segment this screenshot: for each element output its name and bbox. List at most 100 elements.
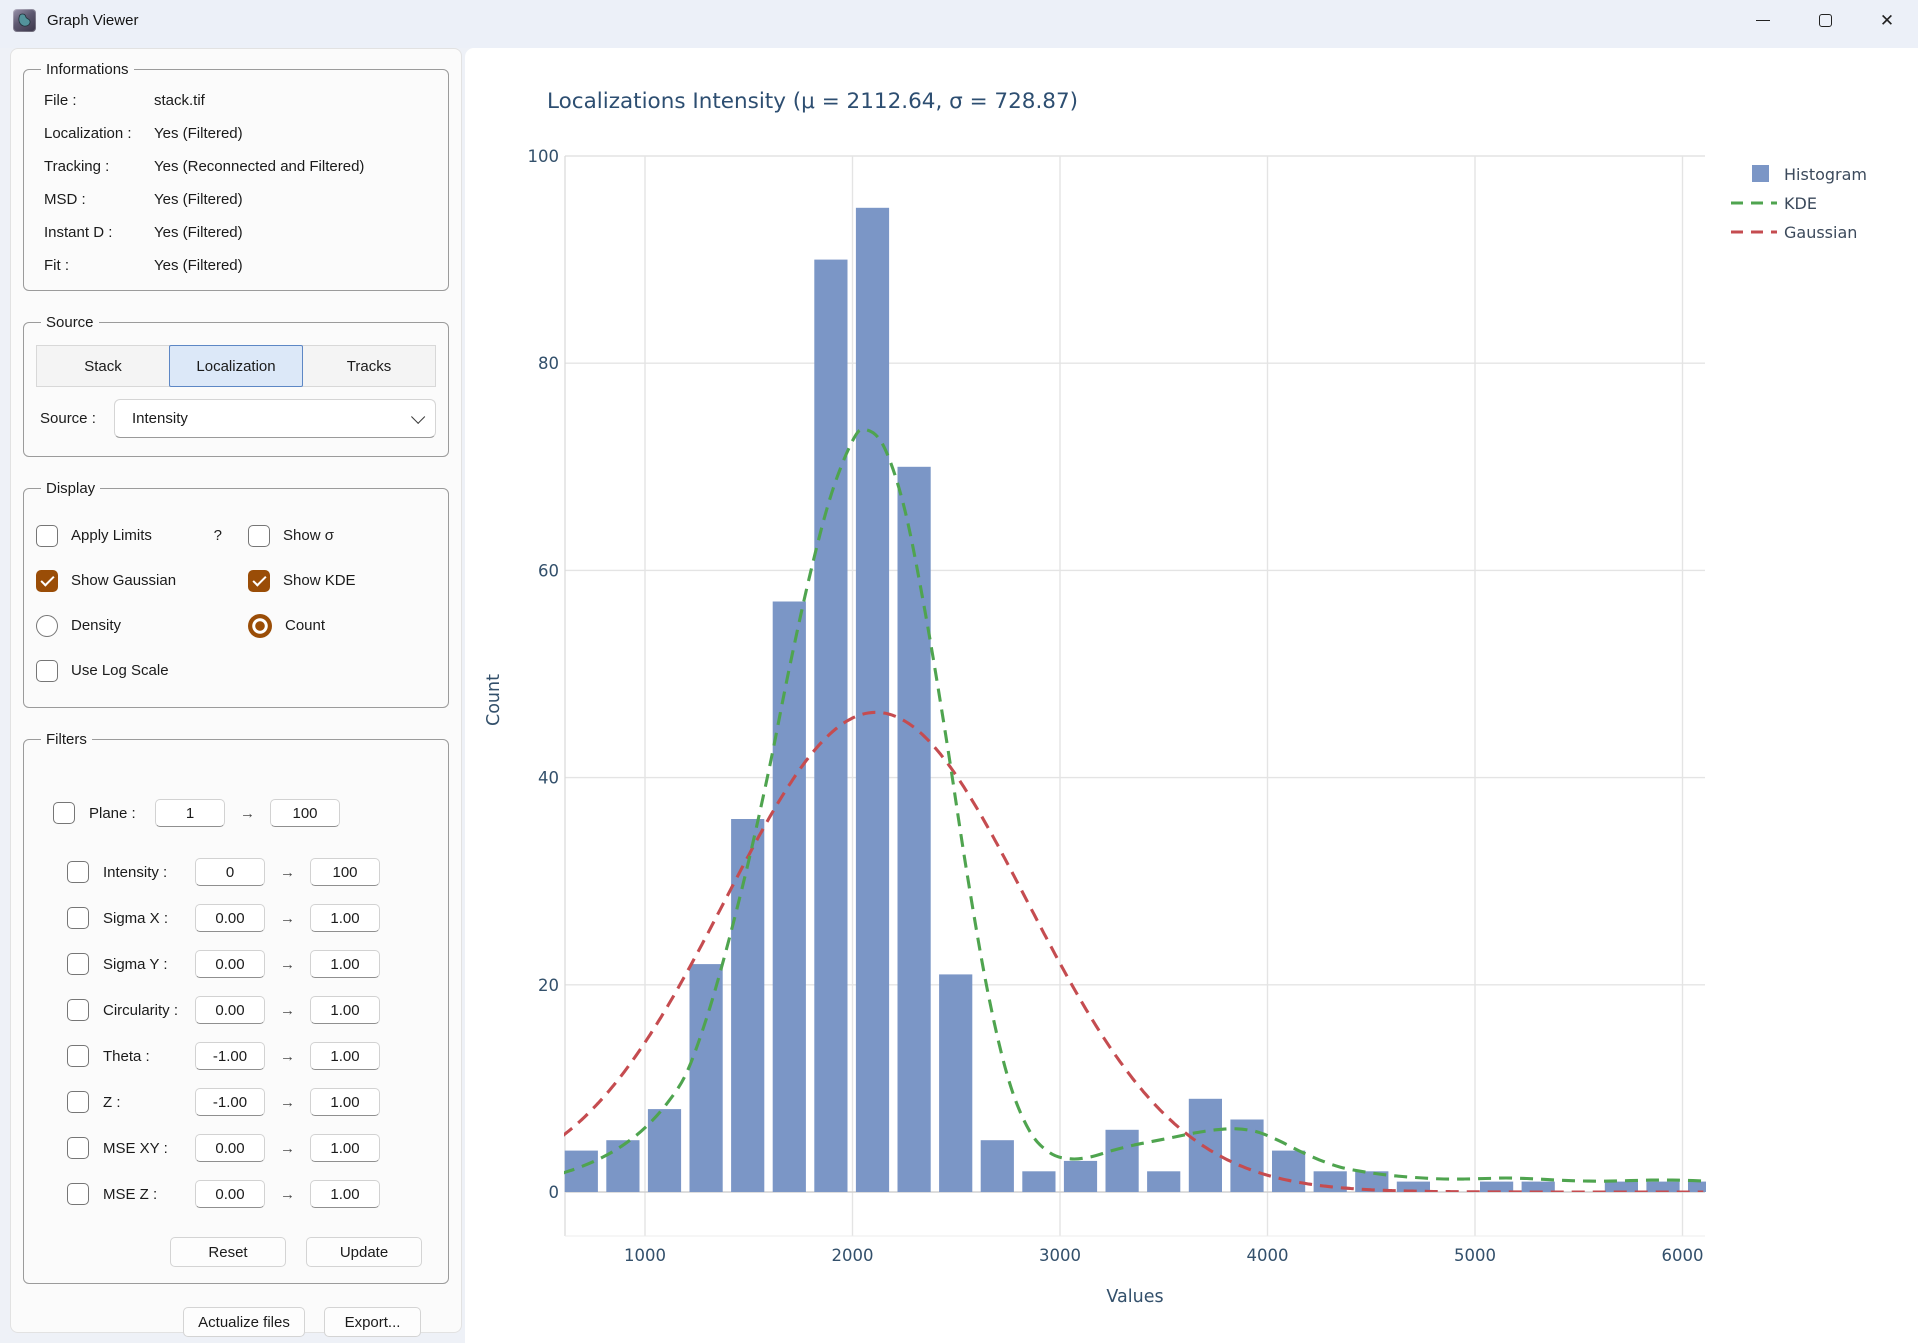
filter-max-input[interactable]: 1.00 — [310, 950, 380, 978]
checkbox-filter-sigma-y[interactable] — [67, 953, 89, 975]
filter-min-input[interactable]: 0.00 — [195, 950, 265, 978]
option-count: Count — [248, 613, 438, 638]
histogram-bar — [1105, 1129, 1139, 1192]
filter-min-input[interactable]: 0.00 — [195, 904, 265, 932]
checkbox-filter-intensity[interactable] — [67, 861, 89, 883]
histogram-bar — [1272, 1150, 1306, 1192]
histogram-bar — [1147, 1171, 1181, 1192]
source-legend: Source — [46, 314, 94, 331]
checkbox-filter-sigma-x[interactable] — [67, 907, 89, 929]
filter-max-input[interactable]: 1.00 — [310, 1134, 380, 1162]
option-use-log-scale: Use Log Scale — [36, 659, 248, 682]
help-icon[interactable]: ? — [214, 527, 222, 544]
checkbox-show-kde[interactable] — [248, 569, 270, 592]
histogram-chart: Localizations Intensity (μ = 2112.64, σ … — [484, 89, 1867, 1307]
checkbox-filter-circularity[interactable] — [67, 999, 89, 1021]
y-tick-label: 0 — [549, 1183, 560, 1202]
filter-min-input[interactable]: 1 — [155, 799, 225, 827]
filter-row-plane: Plane : 1 → 100 — [34, 790, 438, 836]
filter-row-mse-z: MSE Z : 0.00 → 1.00 — [34, 1171, 438, 1217]
filter-max-input[interactable]: 100 — [270, 799, 340, 827]
informations-rows: File : stack.tif Localization : Yes (Filter… — [34, 84, 438, 282]
arrow-right-icon: → — [280, 1001, 295, 1019]
checkbox-show-[interactable] — [248, 524, 270, 547]
legend-swatch-histogram — [1752, 165, 1769, 182]
info-label: File : — [44, 92, 77, 109]
maximize-icon — [1818, 13, 1832, 27]
display-row: Show Gaussian Show KDE — [36, 558, 438, 603]
histogram-bar — [980, 1140, 1014, 1192]
info-value: Yes (Filtered) — [154, 257, 243, 274]
arrow-right-icon: → — [280, 863, 295, 881]
filter-max-input[interactable]: 1.00 — [310, 1042, 380, 1070]
histogram-bar — [855, 207, 890, 1192]
filter-min-input[interactable]: 0.00 — [195, 1180, 265, 1208]
checkbox-filter-theta[interactable] — [67, 1045, 89, 1067]
option-show-kde: Show KDE — [248, 569, 438, 592]
source-dropdown[interactable]: Intensity — [114, 399, 436, 438]
x-tick-label: 3000 — [1039, 1246, 1081, 1265]
radio-count[interactable] — [248, 613, 272, 638]
info-value: Yes (Filtered) — [154, 224, 243, 241]
tab-tracks[interactable]: Tracks — [302, 345, 436, 387]
tab-localization[interactable]: Localization — [169, 345, 303, 387]
close-button[interactable]: ✕ — [1856, 0, 1918, 40]
filter-max-input[interactable]: 1.00 — [310, 904, 380, 932]
export-button[interactable]: Export... — [324, 1307, 421, 1337]
checkbox-show-gaussian[interactable] — [36, 569, 58, 592]
source-group: Source Stack Localization Tracks Source : … — [23, 314, 449, 457]
checkbox-filter-z[interactable] — [67, 1091, 89, 1113]
checkbox-filter-plane[interactable] — [53, 802, 75, 824]
filter-min-input[interactable]: 0.00 — [195, 996, 265, 1024]
reset-button[interactable]: Reset — [170, 1237, 286, 1267]
histogram-bar — [1521, 1181, 1555, 1192]
actualize-files-button[interactable]: Actualize files — [183, 1307, 305, 1337]
filter-max-input[interactable]: 1.00 — [310, 1088, 380, 1116]
filter-min-input[interactable]: 0.00 — [195, 1134, 265, 1162]
info-label: Instant D : — [44, 224, 113, 241]
histogram-bars — [564, 207, 1706, 1192]
display-row: Apply Limits? Show σ — [36, 513, 438, 558]
filter-row-z: Z : -1.00 → 1.00 — [34, 1079, 438, 1125]
filter-row-sigma-y: Sigma Y : 0.00 → 1.00 — [34, 941, 438, 987]
x-tick-label: 6000 — [1662, 1246, 1704, 1265]
informations-legend: Informations — [46, 61, 129, 78]
control-panel: Informations File : stack.tif Localization… — [10, 48, 462, 1337]
chart-area: Localizations Intensity (μ = 2112.64, σ … — [465, 48, 1918, 1343]
checkbox-apply-limits[interactable] — [36, 524, 58, 547]
tab-stack[interactable]: Stack — [36, 345, 170, 387]
filter-label: MSE Z : — [103, 1185, 158, 1203]
histogram-bar — [1688, 1181, 1706, 1192]
info-value: Yes (Reconnected and Filtered) — [154, 158, 365, 175]
update-button[interactable]: Update — [306, 1237, 422, 1267]
checkbox-use-log-scale[interactable] — [36, 659, 58, 682]
info-row: Tracking : Yes (Reconnected and Filtered) — [34, 150, 438, 183]
arrow-right-icon: → — [240, 804, 255, 822]
histogram-bar — [772, 601, 806, 1192]
filter-label: Intensity : — [103, 863, 168, 881]
info-value: stack.tif — [154, 92, 205, 109]
checkbox-filter-mse-xy[interactable] — [67, 1137, 89, 1159]
maximize-button[interactable] — [1794, 0, 1856, 40]
info-value: Yes (Filtered) — [154, 191, 243, 208]
filter-row-intensity: Intensity : 0 → 100 — [34, 849, 438, 895]
display-row: Density Count — [36, 603, 438, 648]
filter-max-input[interactable]: 1.00 — [310, 1180, 380, 1208]
filter-row-sigma-x: Sigma X : 0.00 → 1.00 — [34, 895, 438, 941]
info-row: Fit : Yes (Filtered) — [34, 249, 438, 282]
display-row: Use Log Scale — [36, 648, 438, 693]
filter-row-mse-xy: MSE XY : 0.00 → 1.00 — [34, 1125, 438, 1171]
radio-density[interactable] — [36, 614, 58, 637]
filter-min-input[interactable]: -1.00 — [195, 1088, 265, 1116]
option-show-: Show σ — [248, 524, 438, 547]
filter-min-input[interactable]: -1.00 — [195, 1042, 265, 1070]
filter-max-input[interactable]: 1.00 — [310, 996, 380, 1024]
filter-max-input[interactable]: 100 — [310, 858, 380, 886]
histogram-bar — [814, 259, 848, 1192]
filter-min-input[interactable]: 0 — [195, 858, 265, 886]
checkbox-filter-mse-z[interactable] — [67, 1183, 89, 1205]
window-title: Graph Viewer — [47, 11, 139, 29]
minimize-button[interactable] — [1732, 0, 1794, 40]
option-label: Apply Limits — [71, 527, 152, 544]
histogram-bar — [1646, 1181, 1680, 1192]
